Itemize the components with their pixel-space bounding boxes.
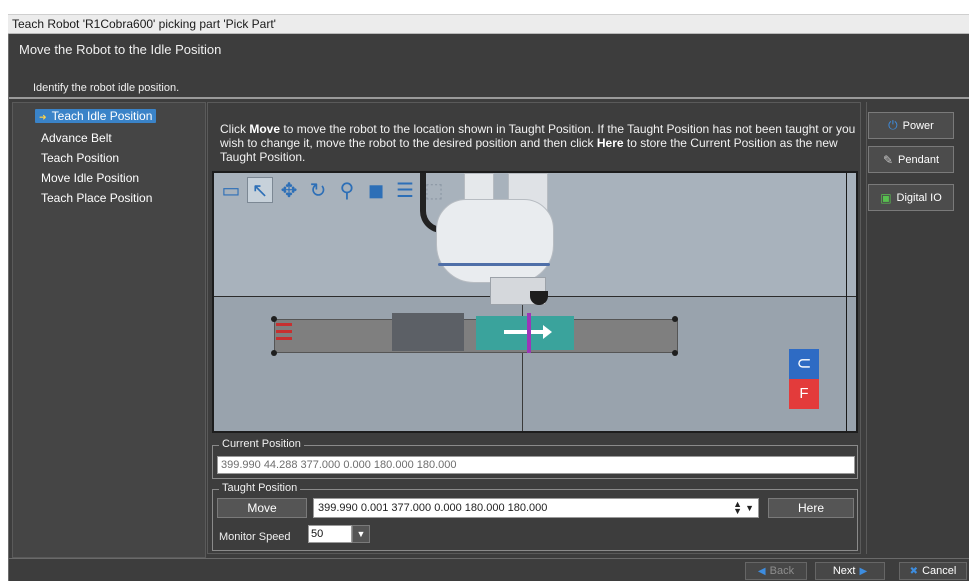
taught-position-group: Taught Position Move 399.990 0.001 377.0… xyxy=(212,482,858,551)
belt-corner-dot xyxy=(271,350,277,356)
monitor-speed-dropdown-icon[interactable]: ▼ xyxy=(352,525,370,543)
belt-corner-dot xyxy=(672,350,678,356)
nav-cube-front-face[interactable]: F xyxy=(789,379,819,409)
zoom-icon[interactable]: ⚲ xyxy=(334,177,360,203)
steps-panel: ➜ Teach Idle Position Advance Belt Teach… xyxy=(12,102,206,558)
belt-direction-marker xyxy=(276,337,292,340)
monitor-speed-input[interactable]: 50 xyxy=(308,525,352,543)
power-button[interactable]: ⏻ Power xyxy=(868,112,954,139)
wizard-header: Move the Robot to the Idle Position Iden… xyxy=(9,34,969,99)
step-label: Teach Idle Position xyxy=(51,109,153,123)
belt-direction-marker xyxy=(276,330,292,333)
cancel-button[interactable]: ✖ Cancel xyxy=(899,562,967,580)
digital-io-label: Digital IO xyxy=(896,191,942,204)
page-title: Move the Robot to the Idle Position xyxy=(19,42,222,57)
window-icon[interactable]: ▭ xyxy=(218,177,244,203)
pan-icon[interactable]: ✥ xyxy=(276,177,302,203)
taught-position-select[interactable]: 399.990 0.001 377.000 0.000 180.000 180.… xyxy=(313,498,759,518)
monitor-speed-label: Monitor Speed xyxy=(219,531,291,543)
wizard-footer: ◀ Back Next ▶ ✖ Cancel xyxy=(9,558,969,581)
power-label: Power xyxy=(902,119,934,132)
header-divider xyxy=(9,97,969,99)
latch-marker xyxy=(527,313,531,353)
belt-corner-dot xyxy=(672,316,678,322)
taught-position-legend: Taught Position xyxy=(219,482,301,494)
pendant-button[interactable]: ✎ Pendant xyxy=(868,146,954,173)
part-gray-block[interactable] xyxy=(392,313,464,351)
next-arrow-icon: ▶ xyxy=(859,565,868,577)
page-subtitle: Identify the robot idle position. xyxy=(33,82,180,94)
step-teach-idle-position[interactable]: ➜ Teach Idle Position xyxy=(35,109,157,123)
step-move-idle-position[interactable]: Move Idle Position xyxy=(41,171,139,185)
position-spinner-icon[interactable]: ▲ ▼ xyxy=(733,500,742,516)
scene-right-edge xyxy=(846,173,847,431)
current-position-field: 399.990 44.288 377.000 0.000 180.000 180… xyxy=(217,456,855,474)
pendant-label: Pendant xyxy=(898,153,940,166)
properties-icon[interactable]: ☰ xyxy=(392,177,418,203)
back-arrow-icon: ◀ xyxy=(757,565,766,577)
rotate-icon[interactable]: ↻ xyxy=(305,177,331,203)
back-button[interactable]: ◀ Back xyxy=(745,562,807,580)
cancel-x-icon: ✖ xyxy=(909,565,919,577)
next-button[interactable]: Next ▶ xyxy=(815,562,885,580)
instructions-text: Click Move to move the robot to the loca… xyxy=(220,122,860,164)
belt-direction-marker xyxy=(276,323,292,326)
select-arrow-icon[interactable]: ↖ xyxy=(247,177,273,203)
taught-position-value: 399.990 0.001 377.000 0.000 180.000 180.… xyxy=(318,502,548,514)
robot-arm-band xyxy=(438,263,550,266)
window-title-bar: Teach Robot 'R1Cobra600' picking part 'P… xyxy=(8,14,969,34)
next-label: Next xyxy=(832,565,856,577)
cube-icon[interactable]: ◼ xyxy=(363,177,389,203)
current-position-legend: Current Position xyxy=(219,438,304,450)
current-step-arrow-icon: ➜ xyxy=(39,112,47,122)
robot-arm[interactable] xyxy=(436,199,554,283)
part-direction-arrow-icon xyxy=(504,325,552,339)
box-outline-icon[interactable]: ⬚ xyxy=(421,177,447,203)
move-button[interactable]: Move xyxy=(217,498,307,518)
instr-bold-here: Here xyxy=(596,136,624,150)
power-icon: ⏻ xyxy=(888,118,898,132)
digital-io-button[interactable]: ▣ Digital IO xyxy=(868,184,954,211)
step-teach-place-position[interactable]: Teach Place Position xyxy=(41,191,152,205)
digital-io-icon: ▣ xyxy=(880,190,892,205)
pendant-icon: ✎ xyxy=(882,152,894,167)
chevron-down-icon[interactable]: ▼ xyxy=(745,499,754,517)
instr-text-1: Click xyxy=(220,122,250,136)
instr-bold-move: Move xyxy=(249,122,281,136)
current-position-group: Current Position 399.990 44.288 377.000 … xyxy=(212,438,858,479)
viewport-toolbar: ▭ ↖ ✥ ↻ ⚲ ◼ ☰ ⬚ xyxy=(218,177,447,205)
step-teach-position[interactable]: Teach Position xyxy=(41,151,119,165)
belt-corner-dot xyxy=(271,316,277,322)
3d-viewport[interactable]: ▭ ↖ ✥ ↻ ⚲ ◼ ☰ ⬚ ⊂ F xyxy=(212,171,858,433)
cancel-label: Cancel xyxy=(922,565,957,577)
main-panel: Click Move to move the robot to the loca… xyxy=(207,102,861,554)
back-label: Back xyxy=(769,565,795,577)
wizard-frame: Move the Robot to the Idle Position Iden… xyxy=(8,34,969,581)
here-button[interactable]: Here xyxy=(768,498,854,518)
step-advance-belt[interactable]: Advance Belt xyxy=(41,131,112,145)
nav-cube-top-face[interactable]: ⊂ xyxy=(789,349,819,379)
view-navigation-cube[interactable]: ⊂ F xyxy=(789,349,819,411)
